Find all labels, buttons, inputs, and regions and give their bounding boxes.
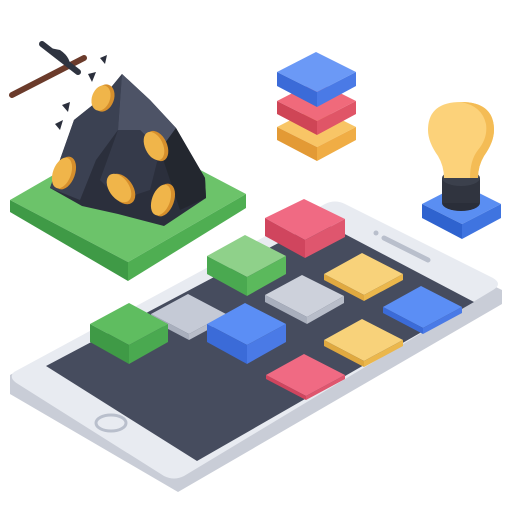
lightbulb-idea-icon: [422, 102, 501, 239]
stacked-layers-icon: [277, 52, 356, 161]
phone-camera: [373, 230, 379, 236]
crypto-mining-app-illustration: [9, 41, 502, 492]
